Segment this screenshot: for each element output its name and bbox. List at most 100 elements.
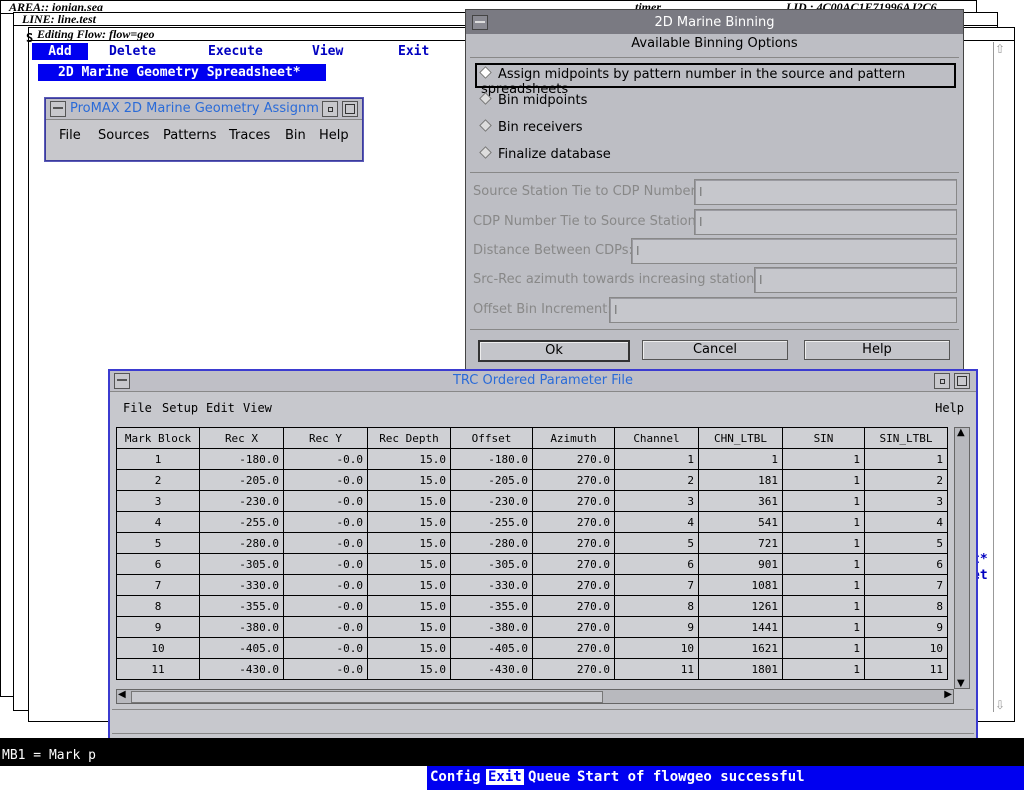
table-cell[interactable]: 1: [116, 448, 200, 470]
option-bin-midpoints[interactable]: Bin midpoints: [479, 92, 587, 108]
trc-menu-setup[interactable]: Setup: [162, 401, 198, 415]
column-header[interactable]: Rec Depth: [367, 427, 451, 449]
table-cell[interactable]: 1: [864, 448, 948, 470]
table-cell[interactable]: -0.0: [283, 658, 368, 680]
trc-menu-view[interactable]: View: [243, 401, 272, 415]
table-row[interactable]: 9 -380.0 -0.0 15.0 -380.0 270.0 9 1441 1 9: [116, 616, 948, 638]
table-cell[interactable]: 15.0: [367, 448, 451, 470]
flow-item-spreadsheet[interactable]: 2D Marine Geometry Spreadsheet*: [38, 64, 326, 81]
table-cell[interactable]: 270.0: [532, 532, 615, 554]
column-header[interactable]: Mark Block: [116, 427, 200, 449]
table-cell[interactable]: 15.0: [367, 532, 451, 554]
assign-menu-traces[interactable]: Traces: [229, 128, 270, 143]
table-cell[interactable]: 8: [614, 595, 699, 617]
config-button[interactable]: Config: [430, 769, 481, 785]
table-cell[interactable]: 1: [782, 658, 865, 680]
table-cell[interactable]: 361: [698, 490, 783, 512]
minimize-icon[interactable]: [322, 101, 338, 117]
menu-execute-label[interactable]: Execute: [208, 44, 263, 59]
table-cell[interactable]: 1801: [698, 658, 783, 680]
table-cell[interactable]: -230.0: [199, 490, 284, 512]
table-cell[interactable]: -0.0: [283, 511, 368, 533]
scroll-left-icon[interactable]: ◀: [118, 689, 126, 700]
assign-menu-help[interactable]: Help: [319, 128, 349, 143]
assign-menu-patterns[interactable]: Patterns: [163, 128, 217, 143]
exit-button[interactable]: Exit: [486, 769, 524, 785]
table-cell[interactable]: 3: [614, 490, 699, 512]
table-cell[interactable]: -330.0: [450, 574, 533, 596]
table-cell[interactable]: 3: [864, 490, 948, 512]
table-cell[interactable]: -0.0: [283, 532, 368, 554]
table-cell[interactable]: 8: [864, 595, 948, 617]
table-cell[interactable]: -230.0: [450, 490, 533, 512]
trc-menu-edit[interactable]: Edit: [206, 401, 235, 415]
table-cell[interactable]: 5: [614, 532, 699, 554]
table-cell[interactable]: -355.0: [450, 595, 533, 617]
table-row[interactable]: 5 -280.0 -0.0 15.0 -280.0 270.0 5 721 1 5: [116, 532, 948, 554]
table-cell[interactable]: 7: [116, 574, 200, 596]
table-cell[interactable]: 270.0: [532, 448, 615, 470]
flow-scrollbar[interactable]: ⇧ ⇩: [993, 42, 1008, 712]
table-cell[interactable]: 1: [782, 616, 865, 638]
table-row[interactable]: 11 -430.0 -0.0 15.0 -430.0 270.0 11 1801 1 11: [116, 658, 948, 680]
scroll-right-icon[interactable]: ▶: [944, 689, 952, 700]
table-cell[interactable]: 1: [782, 553, 865, 575]
ok-button[interactable]: Ok: [478, 340, 630, 362]
table-cell[interactable]: 2: [614, 469, 699, 491]
vertical-scrollbar[interactable]: ▲ ▼: [954, 427, 970, 689]
column-header[interactable]: SIN: [782, 427, 865, 449]
table-cell[interactable]: 270.0: [532, 574, 615, 596]
table-cell[interactable]: 2: [116, 469, 200, 491]
table-cell[interactable]: -430.0: [199, 658, 284, 680]
column-header[interactable]: Azimuth: [532, 427, 615, 449]
table-row[interactable]: 10 -405.0 -0.0 15.0 -405.0 270.0 10 1621 1 10: [116, 637, 948, 659]
table-cell[interactable]: 15.0: [367, 616, 451, 638]
table-row[interactable]: 1 -180.0 -0.0 15.0 -180.0 270.0 1 1 1 1: [116, 448, 948, 470]
table-cell[interactable]: 541: [698, 511, 783, 533]
table-cell[interactable]: -405.0: [450, 637, 533, 659]
table-cell[interactable]: -0.0: [283, 490, 368, 512]
scroll-up-icon[interactable]: ▲: [957, 427, 965, 438]
menu-delete-label[interactable]: Delete: [109, 44, 156, 59]
table-cell[interactable]: 10: [614, 637, 699, 659]
table-cell[interactable]: 7: [864, 574, 948, 596]
table-cell[interactable]: 15.0: [367, 511, 451, 533]
table-cell[interactable]: -380.0: [199, 616, 284, 638]
field-source-tie[interactable]: I: [694, 179, 957, 205]
table-cell[interactable]: -205.0: [450, 469, 533, 491]
menu-exit-label[interactable]: Exit: [398, 44, 429, 59]
table-cell[interactable]: -255.0: [199, 511, 284, 533]
table-cell[interactable]: 15.0: [367, 469, 451, 491]
table-cell[interactable]: -180.0: [199, 448, 284, 470]
table-cell[interactable]: 15.0: [367, 490, 451, 512]
column-header[interactable]: SIN_LTBL: [864, 427, 948, 449]
table-cell[interactable]: 7: [614, 574, 699, 596]
table-cell[interactable]: -330.0: [199, 574, 284, 596]
table-cell[interactable]: 6: [116, 553, 200, 575]
table-cell[interactable]: 1: [782, 490, 865, 512]
table-cell[interactable]: -0.0: [283, 448, 368, 470]
horizontal-scroll-thumb[interactable]: [131, 691, 603, 703]
table-cell[interactable]: 1621: [698, 637, 783, 659]
table-cell[interactable]: 11: [864, 658, 948, 680]
table-cell[interactable]: -305.0: [450, 553, 533, 575]
table-cell[interactable]: -0.0: [283, 553, 368, 575]
table-cell[interactable]: -430.0: [450, 658, 533, 680]
table-cell[interactable]: 901: [698, 553, 783, 575]
table-cell[interactable]: 1081: [698, 574, 783, 596]
maximize-icon[interactable]: [342, 101, 358, 117]
binning-titlebar[interactable]: 2D Marine Binning: [466, 10, 963, 34]
table-cell[interactable]: 4: [864, 511, 948, 533]
field-azimuth[interactable]: I: [754, 267, 957, 293]
field-cdp-tie[interactable]: I: [694, 209, 957, 235]
table-cell[interactable]: -0.0: [283, 637, 368, 659]
table-cell[interactable]: 1261: [698, 595, 783, 617]
column-header[interactable]: Offset: [450, 427, 533, 449]
table-cell[interactable]: 9: [116, 616, 200, 638]
table-cell[interactable]: 270.0: [532, 595, 615, 617]
table-cell[interactable]: 15.0: [367, 595, 451, 617]
table-cell[interactable]: 1: [782, 469, 865, 491]
window-menu-icon[interactable]: [50, 101, 66, 117]
table-row[interactable]: 2 -205.0 -0.0 15.0 -205.0 270.0 2 181 1 2: [116, 469, 948, 491]
minimize-icon[interactable]: [934, 373, 950, 389]
